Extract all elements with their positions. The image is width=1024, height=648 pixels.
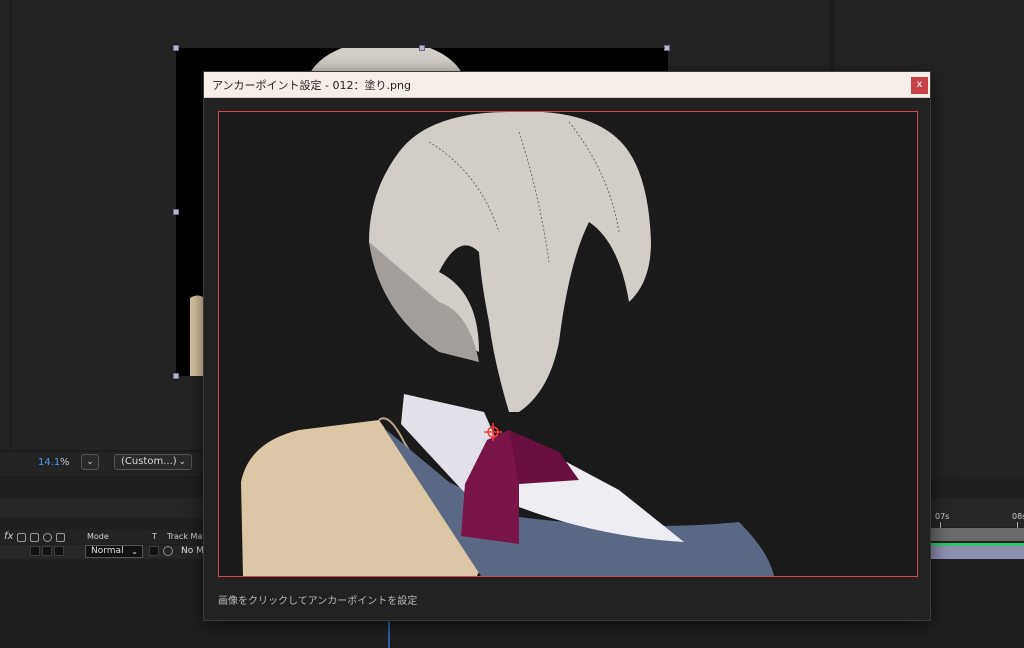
character-image <box>241 112 774 576</box>
ruler-label: 07s <box>935 512 950 521</box>
resolution-label: (Custom...) <box>121 456 177 467</box>
tools-strip <box>0 0 10 450</box>
instruction-text: 画像をクリックしてアンカーポイントを設定 <box>218 596 418 607</box>
zoom-value[interactable]: 14.1 <box>38 457 60 468</box>
switch-box[interactable] <box>42 546 52 556</box>
current-time-indicator[interactable] <box>388 620 390 648</box>
preserve-transparency-box[interactable] <box>149 546 159 556</box>
image-preview[interactable] <box>218 111 918 577</box>
3d-layer-icon[interactable] <box>56 533 65 542</box>
layer-duration-bar[interactable] <box>930 543 1024 559</box>
chevron-down-icon: ⌄ <box>86 457 94 467</box>
zoom-dropdown-button[interactable]: ⌄ <box>81 454 99 470</box>
transform-handle[interactable] <box>173 373 179 379</box>
zoom-unit: % <box>60 457 70 468</box>
ribbon-right <box>509 430 579 484</box>
dialog-titlebar[interactable]: アンカーポイント設定 - 012：塗り.png x <box>204 72 930 98</box>
chevron-down-icon: ⌄ <box>131 547 138 556</box>
transform-handle[interactable] <box>664 45 670 51</box>
close-button[interactable]: x <box>911 77 928 94</box>
ruler-label: 08s <box>1012 512 1024 521</box>
resolution-dropdown[interactable]: (Custom...) ⌄ <box>114 454 192 470</box>
track-matte-value[interactable]: No M <box>181 546 204 556</box>
anchor-point-dialog: アンカーポイント設定 - 012：塗り.png x 画像をクリックしてアンカーポ… <box>203 71 931 621</box>
blend-mode-dropdown[interactable]: Normal ⌄ <box>85 545 143 558</box>
transform-handle[interactable] <box>173 45 179 51</box>
transform-handle[interactable] <box>419 45 425 51</box>
fx-icon[interactable]: fx <box>4 531 13 542</box>
work-area-bar[interactable] <box>930 528 1024 541</box>
chevron-down-icon: ⌄ <box>178 457 186 467</box>
switch-box[interactable] <box>54 546 64 556</box>
blend-mode-label: Normal <box>91 546 124 556</box>
frame-blend-icon[interactable] <box>30 533 39 542</box>
switch-box[interactable] <box>30 546 40 556</box>
dialog-title: アンカーポイント設定 - 012：塗り.png <box>212 79 411 92</box>
motion-blur-icon[interactable] <box>17 533 26 542</box>
hair-shape <box>369 112 651 412</box>
column-t: T <box>152 532 157 541</box>
column-mode: Mode <box>87 532 109 541</box>
track-matte-pickwhip-icon[interactable] <box>163 546 173 556</box>
transform-handle[interactable] <box>173 209 179 215</box>
layer-bar-highlight <box>930 543 1024 546</box>
adjustment-layer-icon[interactable] <box>43 533 52 542</box>
